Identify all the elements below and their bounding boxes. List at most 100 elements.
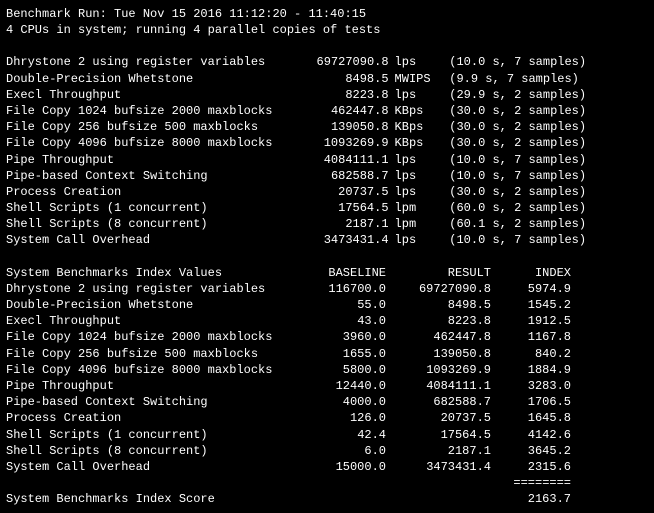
result-row: File Copy 4096 bufsize 8000 maxblocks109… xyxy=(6,135,648,151)
col-index: INDEX xyxy=(491,265,571,281)
test-value: 3473431.4 xyxy=(294,232,388,248)
test-name: Pipe Throughput xyxy=(6,152,294,168)
test-unit: lpm xyxy=(389,200,440,216)
test-name: Shell Scripts (1 concurrent) xyxy=(6,200,294,216)
result-row: File Copy 1024 bufsize 2000 maxblocks462… xyxy=(6,103,648,119)
index-test-name: Pipe Throughput xyxy=(6,378,296,394)
test-name: Dhrystone 2 using register variables xyxy=(6,54,294,70)
index-value: 1912.5 xyxy=(491,313,571,329)
index-result: 682588.7 xyxy=(386,394,491,410)
index-row: Dhrystone 2 using register variables1167… xyxy=(6,281,648,297)
test-timing: (10.0 s, 7 samples) xyxy=(439,152,648,168)
index-result: 1093269.9 xyxy=(386,362,491,378)
test-value: 8498.5 xyxy=(294,71,388,87)
test-name: File Copy 1024 bufsize 2000 maxblocks xyxy=(6,103,294,119)
index-row: File Copy 4096 bufsize 8000 maxblocks580… xyxy=(6,362,648,378)
test-timing: (30.0 s, 2 samples) xyxy=(439,135,648,151)
result-row: Pipe Throughput4084111.1lps(10.0 s, 7 sa… xyxy=(6,152,648,168)
index-test-name: Execl Throughput xyxy=(6,313,296,329)
divider: ======== xyxy=(491,475,571,491)
test-name: File Copy 4096 bufsize 8000 maxblocks xyxy=(6,135,294,151)
cpu-info-line: 4 CPUs in system; running 4 parallel cop… xyxy=(6,22,648,38)
col-result: RESULT xyxy=(386,265,491,281)
test-name: File Copy 256 bufsize 500 maxblocks xyxy=(6,119,294,135)
index-row: File Copy 256 bufsize 500 maxblocks1655.… xyxy=(6,346,648,362)
test-unit: lpm xyxy=(389,216,440,232)
index-baseline: 15000.0 xyxy=(296,459,386,475)
score-row: System Benchmarks Index Score 2163.7 xyxy=(6,491,648,507)
test-name: System Call Overhead xyxy=(6,232,294,248)
index-baseline: 42.4 xyxy=(296,427,386,443)
test-value: 2187.1 xyxy=(294,216,388,232)
index-value: 1545.2 xyxy=(491,297,571,313)
test-value: 462447.8 xyxy=(294,103,388,119)
index-row: Shell Scripts (8 concurrent)6.02187.1364… xyxy=(6,443,648,459)
index-test-name: Dhrystone 2 using register variables xyxy=(6,281,296,297)
benchmark-run-line: Benchmark Run: Tue Nov 15 2016 11:12:20 … xyxy=(6,6,648,22)
index-value: 1167.8 xyxy=(491,329,571,345)
index-baseline: 4000.0 xyxy=(296,394,386,410)
test-unit: lps xyxy=(389,54,440,70)
test-value: 20737.5 xyxy=(294,184,388,200)
index-result: 4084111.1 xyxy=(386,378,491,394)
index-row: Pipe Throughput12440.04084111.13283.0 xyxy=(6,378,648,394)
test-unit: lps xyxy=(389,87,440,103)
result-row: File Copy 256 bufsize 500 maxblocks13905… xyxy=(6,119,648,135)
index-header-row: System Benchmarks Index Values BASELINE … xyxy=(6,265,648,281)
index-test-name: System Call Overhead xyxy=(6,459,296,475)
test-name: Shell Scripts (8 concurrent) xyxy=(6,216,294,232)
index-test-name: Pipe-based Context Switching xyxy=(6,394,296,410)
index-baseline: 43.0 xyxy=(296,313,386,329)
index-value: 1645.8 xyxy=(491,410,571,426)
results-table: Dhrystone 2 using register variables6972… xyxy=(6,54,648,248)
test-name: Pipe-based Context Switching xyxy=(6,168,294,184)
index-value: 1884.9 xyxy=(491,362,571,378)
result-row: Execl Throughput8223.8lps(29.9 s, 2 samp… xyxy=(6,87,648,103)
index-value: 4142.6 xyxy=(491,427,571,443)
test-timing: (60.0 s, 2 samples) xyxy=(439,200,648,216)
index-row: Execl Throughput43.08223.81912.5 xyxy=(6,313,648,329)
test-unit: KBps xyxy=(389,103,440,119)
index-value: 840.2 xyxy=(491,346,571,362)
score-label: System Benchmarks Index Score xyxy=(6,491,296,507)
col-baseline: BASELINE xyxy=(296,265,386,281)
test-timing: (29.9 s, 2 samples) xyxy=(439,87,648,103)
index-baseline: 12440.0 xyxy=(296,378,386,394)
index-result: 2187.1 xyxy=(386,443,491,459)
index-test-name: File Copy 1024 bufsize 2000 maxblocks xyxy=(6,329,296,345)
test-value: 17564.5 xyxy=(294,200,388,216)
test-value: 8223.8 xyxy=(294,87,388,103)
index-table: Dhrystone 2 using register variables1167… xyxy=(6,281,648,475)
result-row: Process Creation20737.5lps(30.0 s, 2 sam… xyxy=(6,184,648,200)
result-row: Pipe-based Context Switching682588.7lps(… xyxy=(6,168,648,184)
index-test-name: Shell Scripts (8 concurrent) xyxy=(6,443,296,459)
test-value: 139050.8 xyxy=(294,119,388,135)
index-row: Shell Scripts (1 concurrent)42.417564.54… xyxy=(6,427,648,443)
index-baseline: 3960.0 xyxy=(296,329,386,345)
test-unit: lps xyxy=(389,152,440,168)
index-result: 69727090.8 xyxy=(386,281,491,297)
test-timing: (10.0 s, 7 samples) xyxy=(439,168,648,184)
index-baseline: 116700.0 xyxy=(296,281,386,297)
index-test-name: Shell Scripts (1 concurrent) xyxy=(6,427,296,443)
index-baseline: 6.0 xyxy=(296,443,386,459)
test-value: 4084111.1 xyxy=(294,152,388,168)
test-unit: MWIPS xyxy=(389,71,440,87)
index-test-name: File Copy 4096 bufsize 8000 maxblocks xyxy=(6,362,296,378)
index-result: 8223.8 xyxy=(386,313,491,329)
index-result: 20737.5 xyxy=(386,410,491,426)
index-row: System Call Overhead15000.03473431.42315… xyxy=(6,459,648,475)
index-result: 8498.5 xyxy=(386,297,491,313)
index-result: 17564.5 xyxy=(386,427,491,443)
test-timing: (9.9 s, 7 samples) xyxy=(439,71,648,87)
index-row: Process Creation126.020737.51645.8 xyxy=(6,410,648,426)
index-value: 3283.0 xyxy=(491,378,571,394)
test-name: Double-Precision Whetstone xyxy=(6,71,294,87)
index-baseline: 1655.0 xyxy=(296,346,386,362)
index-value: 2315.6 xyxy=(491,459,571,475)
score-value: 2163.7 xyxy=(491,491,571,507)
test-name: Process Creation xyxy=(6,184,294,200)
index-baseline: 126.0 xyxy=(296,410,386,426)
test-value: 69727090.8 xyxy=(294,54,388,70)
test-timing: (30.0 s, 2 samples) xyxy=(439,103,648,119)
